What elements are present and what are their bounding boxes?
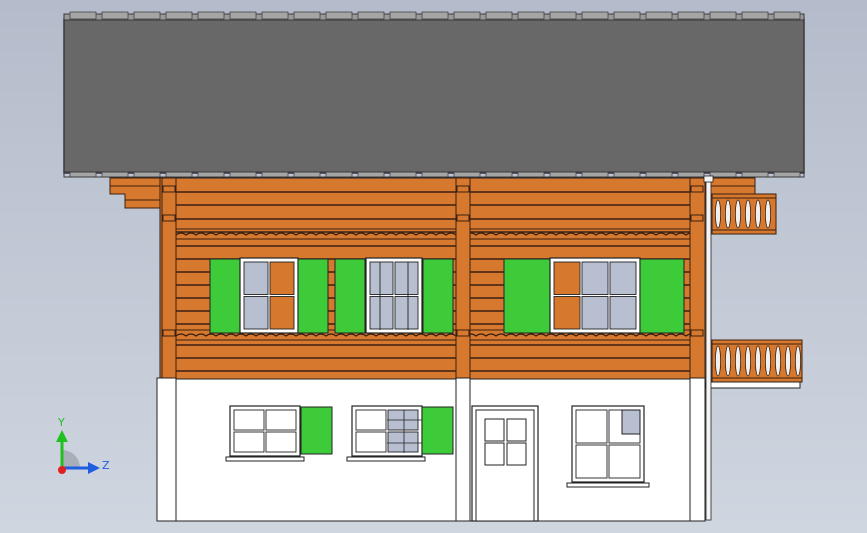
triad-plane-sector xyxy=(62,450,80,468)
z-axis-label: Z xyxy=(102,459,110,472)
y-axis-arrow xyxy=(56,430,68,442)
x-axis-point xyxy=(58,466,66,474)
cad-graphics-viewport[interactable]: Y Z xyxy=(0,0,867,533)
y-axis-label: Y xyxy=(57,416,65,429)
z-axis-arrow xyxy=(88,462,100,474)
coordinate-triad-icon: Y Z xyxy=(56,416,110,474)
